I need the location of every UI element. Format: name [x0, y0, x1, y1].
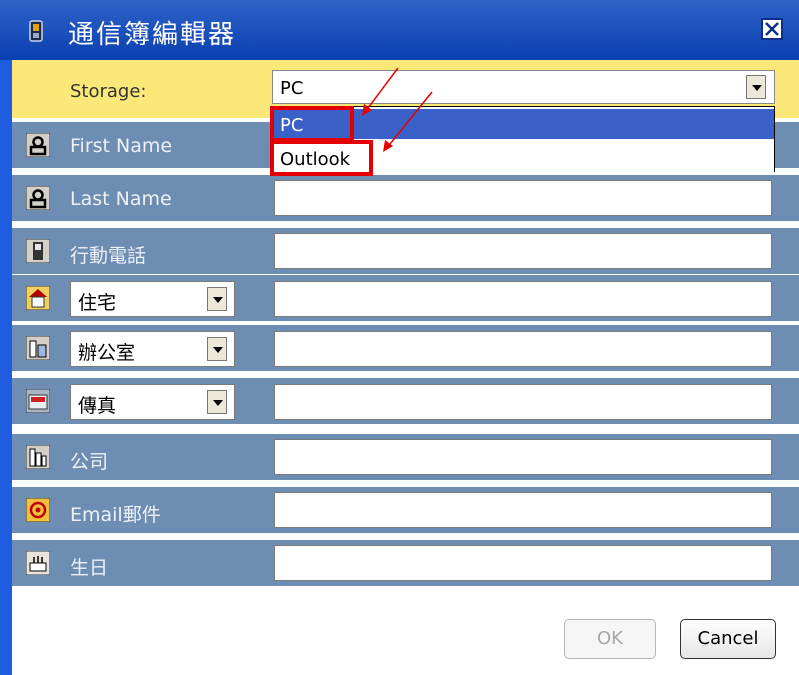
office-phone-input[interactable] — [274, 331, 772, 367]
email-icon — [26, 498, 50, 522]
company-icon — [26, 445, 50, 469]
office-icon — [26, 336, 50, 360]
birthday-cake-icon — [26, 551, 50, 575]
storage-dropdown-button[interactable] — [746, 75, 766, 99]
ok-button[interactable]: OK — [564, 619, 656, 659]
first-name-label: First Name — [70, 135, 173, 157]
person-icon — [26, 133, 50, 157]
address-book-editor-dialog: 通信簿編輯器 Storage: PC PC Outlook First Name… — [0, 0, 799, 675]
highlight-box-outlook — [270, 140, 373, 176]
mobile-input[interactable] — [274, 233, 772, 269]
window-left-border — [0, 60, 12, 675]
window-title: 通信簿編輯器 — [68, 20, 237, 50]
email-label: Email郵件 — [70, 504, 161, 526]
fax-type-dropdown-button[interactable] — [207, 390, 227, 414]
phone-icon — [29, 20, 43, 42]
home-type-value: 住宅 — [78, 292, 117, 314]
title-bar: 通信簿編輯器 — [0, 0, 799, 60]
highlight-box-pc — [270, 106, 354, 142]
home-phone-input[interactable] — [274, 281, 772, 317]
close-icon — [765, 22, 779, 36]
company-input[interactable] — [274, 439, 772, 475]
office-type-dropdown-button[interactable] — [207, 337, 227, 361]
birthday-label-cell — [12, 540, 267, 586]
cancel-button[interactable]: Cancel — [680, 619, 776, 659]
fax-icon — [26, 389, 50, 413]
last-name-label: Last Name — [70, 188, 172, 210]
birthday-label: 生日 — [70, 557, 109, 579]
storage-label: Storage: — [70, 81, 147, 102]
fax-type-value: 傳真 — [78, 395, 117, 417]
mobile-phone-icon — [26, 239, 50, 263]
home-icon — [26, 286, 50, 310]
email-input[interactable] — [274, 492, 772, 528]
close-button[interactable] — [761, 18, 783, 40]
home-type-dropdown-button[interactable] — [207, 287, 227, 311]
storage-select[interactable] — [272, 70, 775, 104]
company-label-cell — [12, 434, 267, 480]
company-label: 公司 — [70, 451, 109, 473]
storage-selected-value: PC — [280, 78, 304, 99]
office-type-value: 辦公室 — [78, 342, 136, 364]
last-name-input[interactable] — [274, 180, 772, 216]
birthday-input[interactable] — [274, 545, 772, 581]
fax-input[interactable] — [274, 384, 772, 420]
mobile-label: 行動電話 — [70, 245, 147, 267]
person-icon — [26, 186, 50, 210]
